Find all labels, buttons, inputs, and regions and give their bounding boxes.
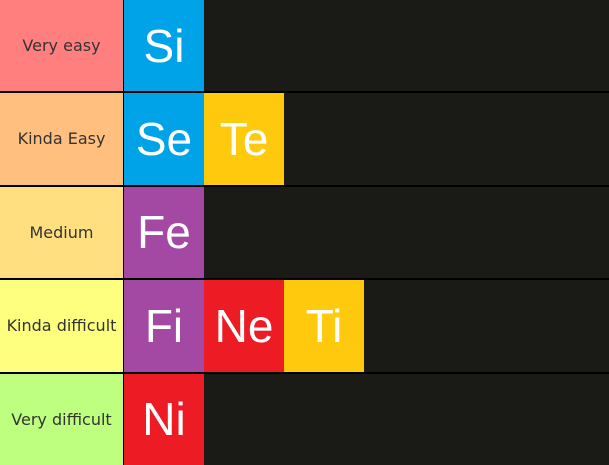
tier-item[interactable]: Ne	[204, 280, 284, 372]
tier-item[interactable]: Fi	[124, 280, 204, 372]
tier-items-dropzone[interactable]: Ni	[124, 373, 609, 465]
tier-item[interactable]: Ni	[124, 373, 204, 465]
tier-item[interactable]: Te	[204, 93, 284, 185]
tier-item[interactable]: Si	[124, 0, 204, 92]
tier-items-dropzone[interactable]: Fi Ne Ti	[124, 280, 609, 372]
tier-label[interactable]: Medium	[0, 186, 124, 279]
tier-items-dropzone[interactable]: Si	[124, 0, 609, 92]
tier-row: Very easy Si	[0, 0, 609, 92]
tier-list: Very easy Si Kinda Easy Se Te Medium Fe Kinda d…	[0, 0, 609, 465]
tier-item[interactable]: Ti	[284, 280, 364, 372]
tier-row: Very difficult Ni	[0, 373, 609, 465]
tier-item[interactable]: Fe	[124, 186, 204, 279]
tier-label[interactable]: Kinda difficult	[0, 280, 124, 372]
tier-items-dropzone[interactable]: Se Te	[124, 93, 609, 185]
tier-label[interactable]: Kinda Easy	[0, 93, 124, 185]
tier-item[interactable]: Se	[124, 93, 204, 185]
tier-label[interactable]: Very easy	[0, 0, 124, 92]
tier-row: Medium Fe	[0, 186, 609, 279]
tier-row: Kinda Easy Se Te	[0, 93, 609, 185]
tier-label[interactable]: Very difficult	[0, 373, 124, 465]
tier-row: Kinda difficult Fi Ne Ti	[0, 280, 609, 372]
tier-items-dropzone[interactable]: Fe	[124, 186, 609, 279]
